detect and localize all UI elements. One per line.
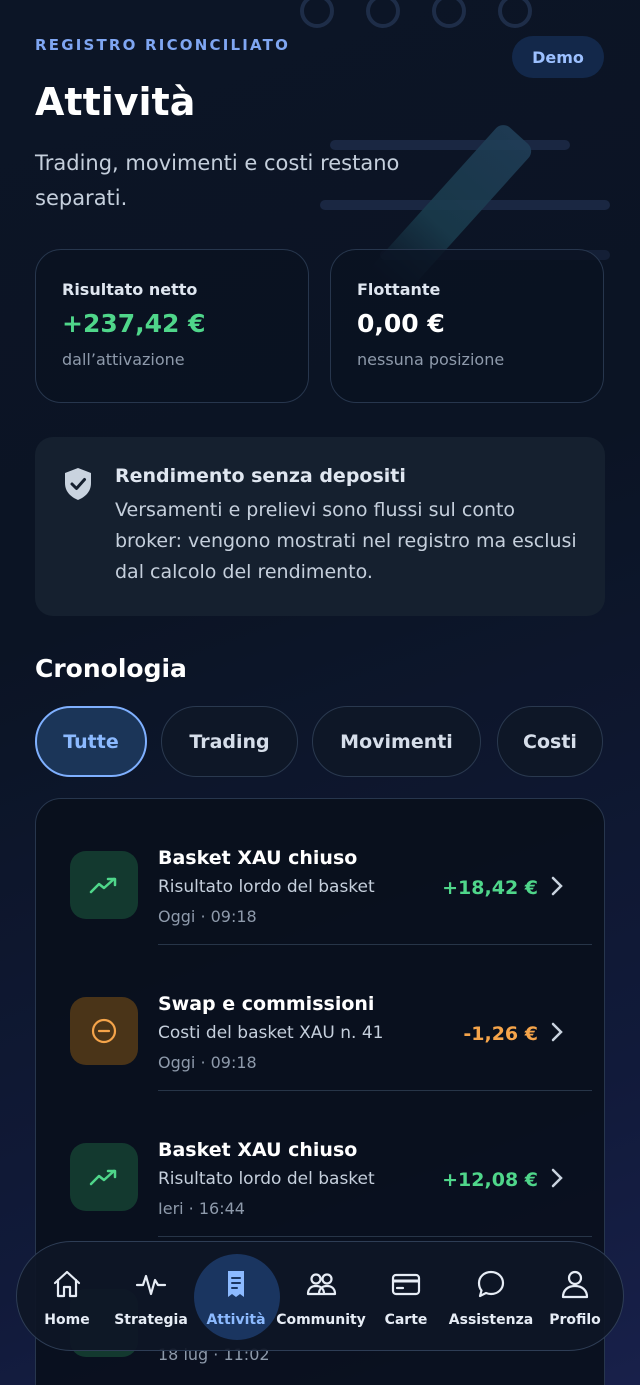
- row-subtitle: Costi del basket XAU n. 41: [158, 1023, 384, 1043]
- history-title: Cronologia: [35, 654, 187, 683]
- chevron-right-icon: [551, 1022, 563, 1042]
- history-row[interactable]: Basket XAU chiuso Risultato lordo del ba…: [36, 1091, 604, 1237]
- deposit-info-box: Rendimento senza depositi Versamenti e p…: [35, 437, 605, 616]
- home-icon: [53, 1270, 81, 1298]
- stat-note: dall’attivazione: [62, 350, 185, 369]
- section-eyebrow: REGISTRO RICONCILIATO: [35, 36, 291, 54]
- row-subtitle: Risultato lordo del basket: [158, 1169, 375, 1189]
- page-subtitle: Trading, movimenti e costi restano separ…: [35, 151, 400, 210]
- row-amount: +12,08 €: [442, 1169, 538, 1191]
- row-time: Ieri · 16:44: [158, 1199, 245, 1218]
- chevron-right-icon: [551, 876, 563, 896]
- chat-icon: [477, 1270, 505, 1298]
- nav-label: Profilo: [549, 1312, 601, 1328]
- stat-card-floating: Flottante 0,00 € nessuna posizione: [330, 249, 604, 403]
- info-title: Rendimento senza depositi: [115, 465, 406, 487]
- row-title: Basket XAU chiuso: [158, 1139, 358, 1161]
- stat-value: +237,42 €: [62, 309, 206, 338]
- minus-circle-icon: [70, 997, 138, 1065]
- row-subtitle: Risultato lordo del basket: [158, 877, 375, 897]
- row-amount: -1,26 €: [463, 1023, 538, 1045]
- user-icon: [561, 1270, 589, 1299]
- trend-up-icon: [70, 851, 138, 919]
- shield-check-icon: [65, 468, 91, 500]
- row-time: Oggi · 09:18: [158, 907, 257, 926]
- nav-cards[interactable]: Carte: [366, 1242, 446, 1352]
- page-title: Attività: [35, 80, 196, 124]
- row-title: Basket XAU chiuso: [158, 847, 358, 869]
- users-icon: [306, 1273, 337, 1296]
- history-row[interactable]: Basket XAU chiuso Risultato lordo del ba…: [36, 799, 604, 945]
- history-filters: Tutte Trading Movimenti Costi: [35, 706, 635, 777]
- filter-costs[interactable]: Costi: [497, 706, 603, 777]
- nav-strategy[interactable]: Strategia: [111, 1242, 191, 1352]
- stat-label: Risultato netto: [62, 280, 198, 299]
- nav-home[interactable]: Home: [27, 1242, 107, 1352]
- bottom-navigation: Home Strategia Attività Community Carte …: [16, 1241, 624, 1351]
- nav-profile[interactable]: Profilo: [535, 1242, 615, 1352]
- filter-trading[interactable]: Trading: [161, 706, 298, 777]
- trend-up-icon: [70, 1143, 138, 1211]
- stat-value: 0,00 €: [357, 309, 445, 338]
- row-title: Swap e commissioni: [158, 993, 375, 1015]
- row-time: Oggi · 09:18: [158, 1053, 257, 1072]
- receipt-icon: [228, 1271, 244, 1297]
- filter-movements[interactable]: Movimenti: [312, 706, 481, 777]
- row-amount: +18,42 €: [442, 877, 538, 899]
- stat-label: Flottante: [357, 280, 441, 299]
- nav-community[interactable]: Community: [276, 1242, 366, 1352]
- chevron-right-icon: [551, 1168, 563, 1188]
- filter-all[interactable]: Tutte: [35, 706, 147, 777]
- nav-activity[interactable]: Attività: [194, 1242, 280, 1352]
- demo-mode-badge[interactable]: Demo: [512, 36, 604, 78]
- pulse-icon: [135, 1274, 167, 1296]
- nav-support[interactable]: Assistenza: [449, 1242, 533, 1352]
- history-row[interactable]: Swap e commissioni Costi del basket XAU …: [36, 945, 604, 1091]
- card-icon: [391, 1273, 421, 1296]
- stat-note: nessuna posizione: [357, 350, 505, 369]
- stat-card-net-result: Risultato netto +237,42 € dall’attivazio…: [35, 249, 309, 403]
- info-body: Versamenti e prelievi sono flussi sul co…: [115, 499, 577, 583]
